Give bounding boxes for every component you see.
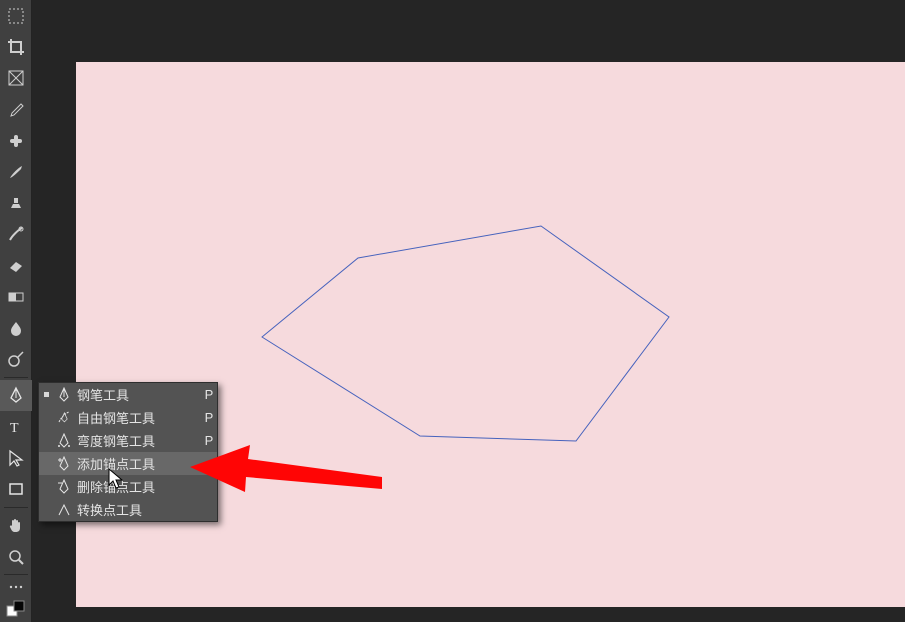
flyout-item-pen[interactable]: 钢笔工具 P bbox=[39, 383, 217, 406]
flyout-item-free-pen[interactable]: 自由钢笔工具 P bbox=[39, 406, 217, 429]
svg-text:T: T bbox=[10, 421, 19, 436]
pen-tool[interactable] bbox=[0, 380, 32, 411]
vector-shape bbox=[76, 62, 905, 607]
flyout-label: 弯度钢笔工具 bbox=[75, 431, 201, 450]
delete-anchor-icon bbox=[53, 479, 75, 495]
pen-tool-flyout: 钢笔工具 P 自由钢笔工具 P 弯度钢笔工具 P 添加锚点工具 删除锚点工具 bbox=[38, 382, 218, 522]
flyout-shortcut: P bbox=[201, 433, 217, 448]
flyout-label: 转换点工具 bbox=[75, 500, 201, 519]
flyout-label: 删除锚点工具 bbox=[75, 477, 201, 496]
convert-point-icon bbox=[53, 502, 75, 518]
toolbar: T bbox=[0, 0, 32, 622]
swap-tool[interactable] bbox=[0, 597, 32, 622]
toolbar-separator-3 bbox=[4, 574, 28, 575]
rectangle-tool[interactable] bbox=[0, 473, 32, 504]
hand-tool[interactable] bbox=[0, 510, 32, 541]
flyout-item-add-anchor[interactable]: 添加锚点工具 bbox=[39, 452, 217, 475]
selected-indicator bbox=[39, 392, 53, 397]
curvature-pen-icon bbox=[53, 433, 75, 449]
toolbar-separator-2 bbox=[4, 507, 28, 508]
zoom-tool[interactable] bbox=[0, 541, 32, 572]
eraser-tool[interactable] bbox=[0, 250, 32, 281]
history-brush-tool[interactable] bbox=[0, 219, 32, 250]
flyout-shortcut: P bbox=[201, 387, 217, 402]
clone-stamp-tool[interactable] bbox=[0, 187, 32, 218]
add-anchor-icon bbox=[53, 456, 75, 472]
pen-icon bbox=[53, 387, 75, 403]
flyout-label: 自由钢笔工具 bbox=[75, 408, 201, 427]
healing-brush-tool[interactable] bbox=[0, 125, 32, 156]
free-pen-icon bbox=[53, 410, 75, 426]
flyout-label: 添加锚点工具 bbox=[75, 454, 201, 473]
flyout-item-curvature-pen[interactable]: 弯度钢笔工具 P bbox=[39, 429, 217, 452]
frame-tool[interactable] bbox=[0, 62, 32, 93]
flyout-item-convert-point[interactable]: 转换点工具 bbox=[39, 498, 217, 521]
type-tool[interactable]: T bbox=[0, 411, 32, 442]
flyout-label: 钢笔工具 bbox=[75, 385, 201, 404]
path-selection-tool[interactable] bbox=[0, 442, 32, 473]
dodge-tool[interactable] bbox=[0, 344, 32, 375]
canvas[interactable] bbox=[76, 62, 905, 607]
eyedropper-tool[interactable] bbox=[0, 94, 32, 125]
more-tool[interactable] bbox=[0, 577, 32, 597]
toolbar-separator bbox=[4, 377, 28, 378]
flyout-item-delete-anchor[interactable]: 删除锚点工具 bbox=[39, 475, 217, 498]
brush-tool[interactable] bbox=[0, 156, 32, 187]
flyout-shortcut: P bbox=[201, 410, 217, 425]
crop-tool[interactable] bbox=[0, 31, 32, 62]
blur-tool[interactable] bbox=[0, 312, 32, 343]
canvas-area bbox=[34, 0, 905, 622]
marquee-tool[interactable] bbox=[0, 0, 32, 31]
gradient-tool[interactable] bbox=[0, 281, 32, 312]
